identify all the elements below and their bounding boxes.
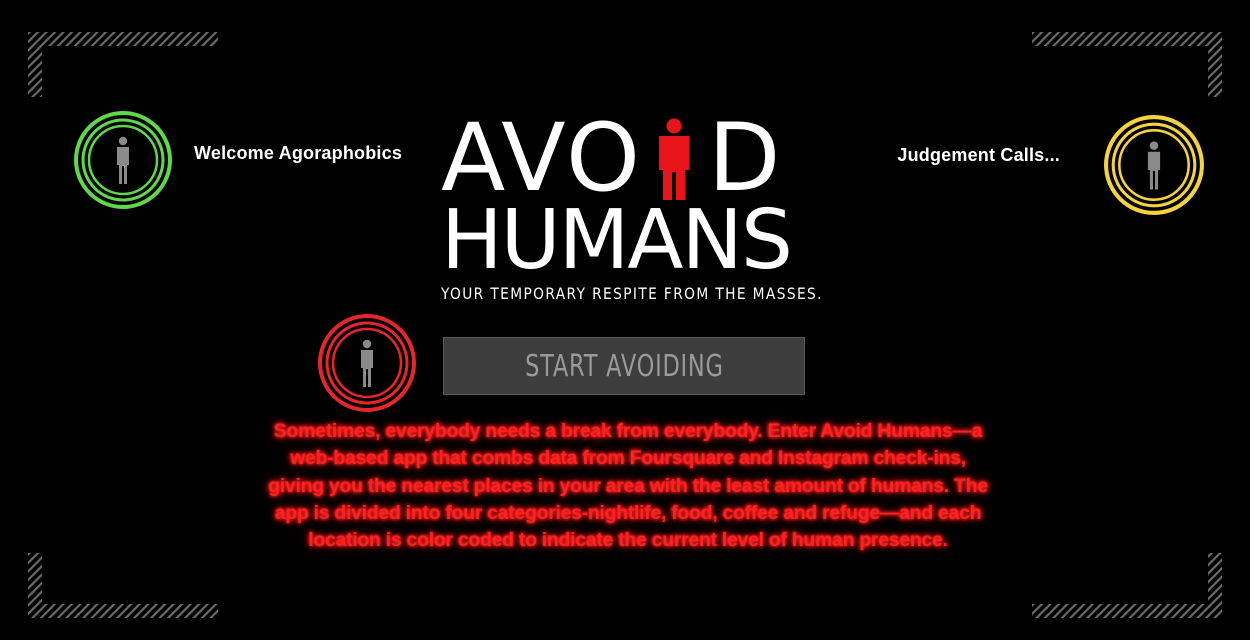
app-description: Sometimes, everybody needs a break from … (268, 420, 988, 552)
person-icon (117, 136, 129, 184)
red-ring-indicator (317, 313, 417, 413)
logo-text-humans: HUMANS (441, 193, 793, 288)
tagline: YOUR TEMPORARY RESPITE FROM THE MASSES. (441, 284, 823, 303)
welcome-ring-button[interactable] (73, 110, 173, 210)
person-icon (361, 339, 373, 387)
app-logo: AVO D HUMANS (441, 104, 811, 288)
logo-text-avo: AVO (441, 104, 642, 213)
logo-text-d: D (707, 104, 783, 213)
corner-decoration-bottom-left (28, 553, 218, 618)
welcome-label[interactable]: Welcome Agoraphobics (194, 143, 402, 164)
judgement-label[interactable]: Judgement Calls... (897, 145, 1060, 166)
start-avoiding-button[interactable]: START AVOIDING (443, 337, 805, 395)
person-icon (1147, 141, 1161, 190)
judgement-ring-button[interactable] (1103, 114, 1205, 216)
corner-decoration-top-left (28, 32, 218, 97)
corner-decoration-top-right (1032, 32, 1222, 97)
logo-person-icon (658, 118, 689, 200)
start-avoiding-label: START AVOIDING (524, 348, 724, 384)
corner-decoration-bottom-right (1032, 553, 1222, 618)
